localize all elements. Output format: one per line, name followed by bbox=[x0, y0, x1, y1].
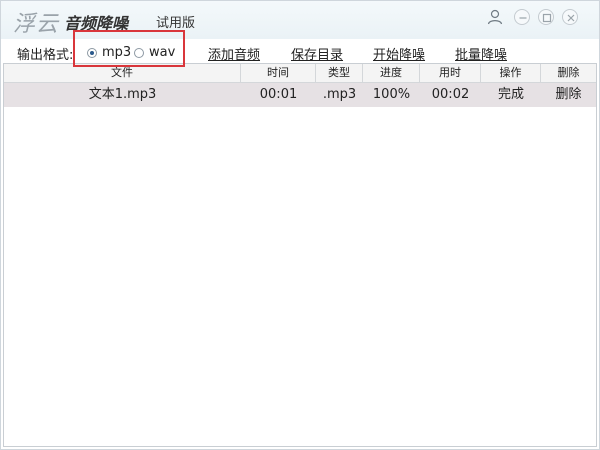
cell-progress: 100% bbox=[372, 87, 411, 102]
file-table: 文件 时间 类型 进度 用时 操作 删除 文本1.mp3 00:01 .mp3 … bbox=[3, 63, 597, 447]
user-icon[interactable] bbox=[487, 9, 503, 25]
maximize-button[interactable] bbox=[538, 9, 554, 25]
cell-type: .mp3 bbox=[322, 87, 357, 102]
delete-button[interactable]: 删除 bbox=[541, 83, 596, 107]
cell-file: 文本1.mp3 bbox=[88, 87, 157, 102]
format-highlight-box bbox=[73, 30, 185, 67]
close-icon bbox=[567, 14, 575, 22]
cell-action[interactable]: 完成 bbox=[481, 83, 541, 107]
add-audio-button[interactable]: 添加音频 bbox=[208, 44, 260, 63]
maximize-icon bbox=[542, 13, 552, 23]
column-header-elapsed[interactable]: 用时 bbox=[420, 64, 481, 82]
column-header-progress[interactable]: 进度 bbox=[363, 64, 420, 82]
edition-label: 试用版 bbox=[156, 16, 196, 31]
column-header-delete[interactable]: 删除 bbox=[541, 64, 596, 82]
column-header-type[interactable]: 类型 bbox=[316, 64, 363, 82]
column-header-time[interactable]: 时间 bbox=[241, 64, 316, 82]
app-window: 浮云 音频降噪 试用版 输出格式: mp3 wav 添加音频 保存目录 开始降噪… bbox=[0, 0, 600, 450]
cell-time: 00:01 bbox=[259, 87, 298, 102]
minimize-button[interactable] bbox=[514, 9, 530, 25]
close-button[interactable] bbox=[562, 9, 578, 25]
start-denoise-button[interactable]: 开始降噪 bbox=[373, 44, 425, 63]
save-directory-button[interactable]: 保存目录 bbox=[291, 44, 343, 63]
batch-denoise-button[interactable]: 批量降噪 bbox=[455, 44, 507, 63]
minimize-icon bbox=[519, 17, 527, 19]
app-logo: 浮云 bbox=[13, 12, 60, 37]
table-row[interactable]: 文本1.mp3 00:01 .mp3 100% 00:02 完成 删除 bbox=[4, 83, 596, 107]
cell-elapsed: 00:02 bbox=[431, 87, 470, 102]
output-format-label: 输出格式: bbox=[17, 48, 74, 63]
column-header-action[interactable]: 操作 bbox=[481, 64, 541, 82]
